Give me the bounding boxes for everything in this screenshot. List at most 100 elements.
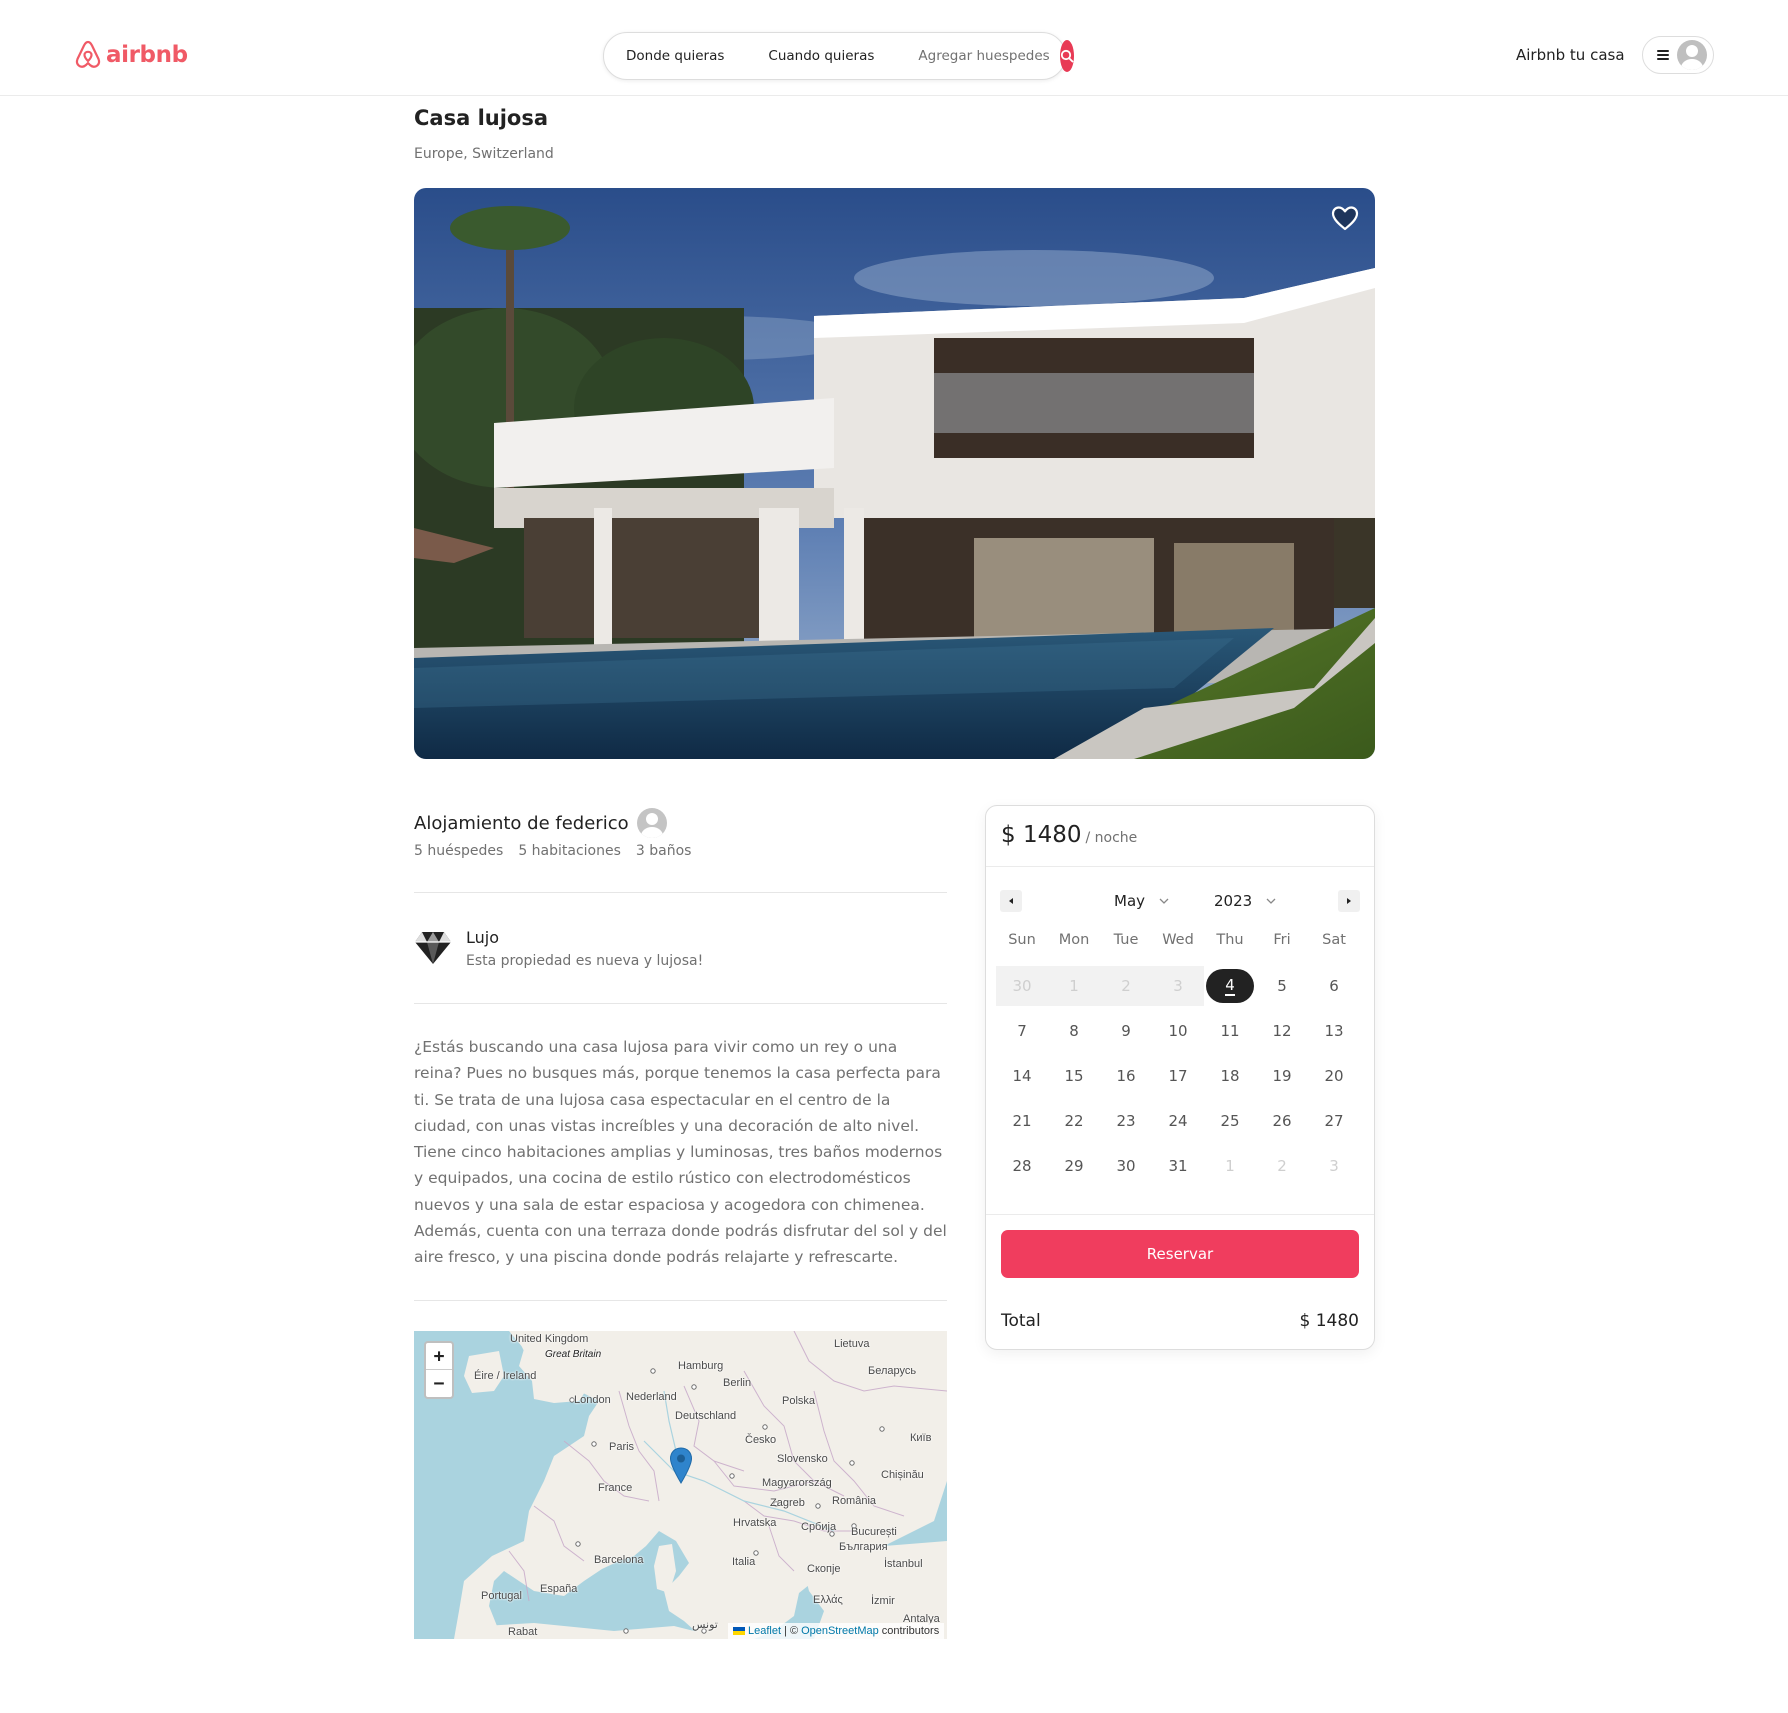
calendar-day[interactable]: 21: [996, 1101, 1048, 1141]
calendar-day-number: 29: [1064, 1157, 1084, 1175]
calendar-day-number: 5: [1277, 977, 1287, 995]
calendar-day[interactable]: 16: [1100, 1056, 1152, 1096]
calendar-day[interactable]: 23: [1100, 1101, 1152, 1141]
calendar-day[interactable]: 29: [1048, 1146, 1100, 1186]
calendar-day[interactable]: 18: [1204, 1056, 1256, 1096]
calendar-day: 3: [1152, 966, 1204, 1006]
booking-card: $ 1480 / noche May 2023 Sun Mon Tue Wed Thu F…: [985, 805, 1375, 1350]
nightly-price: $ 1480 / noche: [1001, 822, 1137, 848]
year-value: 2023: [1214, 892, 1253, 910]
user-menu-button[interactable]: [1642, 36, 1714, 74]
calendar-day-number: 30: [1116, 1157, 1136, 1175]
host-link[interactable]: Airbnb tu casa: [1516, 46, 1625, 64]
calendar-day[interactable]: 28: [996, 1146, 1048, 1186]
calendar-day[interactable]: 20: [1308, 1056, 1360, 1096]
calendar-day[interactable]: 14: [996, 1056, 1048, 1096]
map-label: Lietuva: [834, 1338, 870, 1350]
calendar-day[interactable]: 5: [1256, 966, 1308, 1006]
calendar-day-number: 10: [1168, 1022, 1188, 1040]
calendar-day[interactable]: 25: [1204, 1101, 1256, 1141]
zoom-out-button[interactable]: −: [426, 1370, 452, 1397]
map-label: Скопје: [807, 1563, 841, 1575]
price-value: $ 1480: [1001, 822, 1082, 848]
prev-month-button[interactable]: [1000, 890, 1022, 912]
calendar-day[interactable]: 31: [1152, 1146, 1204, 1186]
search-icon: [1060, 49, 1074, 63]
calendar-day-number: 23: [1116, 1112, 1136, 1130]
calendar-day[interactable]: 11: [1204, 1011, 1256, 1051]
amenity-title: Lujo: [466, 928, 500, 947]
osm-link[interactable]: OpenStreetMap: [801, 1625, 879, 1637]
map-label: Zagreb: [770, 1497, 805, 1509]
calendar-day-number: 4: [1225, 975, 1235, 996]
calendar-day[interactable]: 8: [1048, 1011, 1100, 1051]
weekday-label: Wed: [1162, 932, 1194, 948]
heart-icon[interactable]: [1330, 204, 1360, 232]
next-month-button[interactable]: [1338, 890, 1360, 912]
calendar-day[interactable]: 6: [1308, 966, 1360, 1006]
map-zoom-control: + −: [424, 1341, 454, 1399]
calendar-day[interactable]: 10: [1152, 1011, 1204, 1051]
top-header: airbnb Donde quieras Cuando quieras Agre…: [0, 0, 1788, 96]
search-bar[interactable]: Donde quieras Cuando quieras Agregar hue…: [603, 32, 1074, 80]
map-label: Hrvatska: [733, 1517, 777, 1529]
calendar-day[interactable]: 7: [996, 1011, 1048, 1051]
calendar-day[interactable]: 27: [1308, 1101, 1360, 1141]
map-label: Slovensko: [777, 1453, 828, 1465]
calendar-day[interactable]: 12: [1256, 1011, 1308, 1051]
caret-right-icon: [1347, 898, 1351, 904]
calendar-day: 30: [996, 966, 1048, 1006]
map-label: İstanbul: [884, 1558, 923, 1570]
map-label: Rabat: [508, 1626, 538, 1638]
map-label: Київ: [910, 1432, 932, 1444]
map-label: تونس: [692, 1619, 718, 1631]
calendar-day: 2: [1100, 966, 1152, 1006]
calendar-day-number: 8: [1069, 1022, 1079, 1040]
calendar-day[interactable]: 17: [1152, 1056, 1204, 1096]
calendar-day-number: 2: [1277, 1157, 1287, 1175]
calendar-day[interactable]: 24: [1152, 1101, 1204, 1141]
calendar-day[interactable]: 15: [1048, 1056, 1100, 1096]
calendar-day-number: 27: [1324, 1112, 1344, 1130]
map-label: Paris: [609, 1441, 635, 1453]
map-marker-icon[interactable]: [669, 1447, 693, 1485]
card-divider: [986, 1214, 1374, 1215]
calendar-day-number: 25: [1220, 1112, 1240, 1130]
amenity-description: Esta propiedad es nueva y lujosa!: [466, 953, 704, 969]
map-label: Србија: [801, 1521, 837, 1533]
airbnb-logo[interactable]: airbnb: [74, 39, 188, 71]
map-label: България: [839, 1541, 888, 1553]
section-divider: [414, 1300, 947, 1301]
map-label: España: [540, 1583, 578, 1595]
host-heading-text: Alojamiento de federico: [414, 812, 629, 834]
calendar-day: 3: [1308, 1146, 1360, 1186]
diamond-icon: [415, 932, 451, 964]
calendar-day[interactable]: 30: [1100, 1146, 1152, 1186]
map-label: London: [574, 1394, 611, 1406]
search-button[interactable]: [1059, 40, 1074, 72]
calendar-day[interactable]: 13: [1308, 1011, 1360, 1051]
guests-count: 5 huéspedes: [414, 843, 504, 859]
weekday-label: Tue: [1113, 932, 1139, 948]
map-label: Great Britain: [545, 1349, 602, 1360]
attribution-tail: contributors: [881, 1625, 940, 1637]
calendar-day: 1: [1048, 966, 1100, 1006]
zoom-in-button[interactable]: +: [426, 1343, 452, 1370]
calendar-day-number: 18: [1220, 1067, 1240, 1085]
calendar-day-number: 3: [1173, 977, 1183, 995]
year-select[interactable]: 2023: [1214, 890, 1276, 912]
leaflet-link[interactable]: Leaflet: [748, 1625, 781, 1637]
calendar-day[interactable]: 9: [1100, 1011, 1152, 1051]
map-label: Magyarország: [762, 1477, 832, 1489]
search-where[interactable]: Donde quieras: [604, 48, 746, 64]
reserve-button[interactable]: Reservar: [1001, 1230, 1359, 1278]
weekday-label: Thu: [1216, 932, 1244, 948]
calendar-day[interactable]: 19: [1256, 1056, 1308, 1096]
month-select[interactable]: May: [1114, 890, 1169, 912]
search-guests[interactable]: Agregar huespedes: [896, 48, 1059, 64]
calendar-day[interactable]: 26: [1256, 1101, 1308, 1141]
calendar-day-selected[interactable]: 4: [1204, 966, 1256, 1006]
search-when[interactable]: Cuando quieras: [746, 48, 896, 64]
calendar-day[interactable]: 22: [1048, 1101, 1100, 1141]
card-divider: [986, 866, 1374, 867]
